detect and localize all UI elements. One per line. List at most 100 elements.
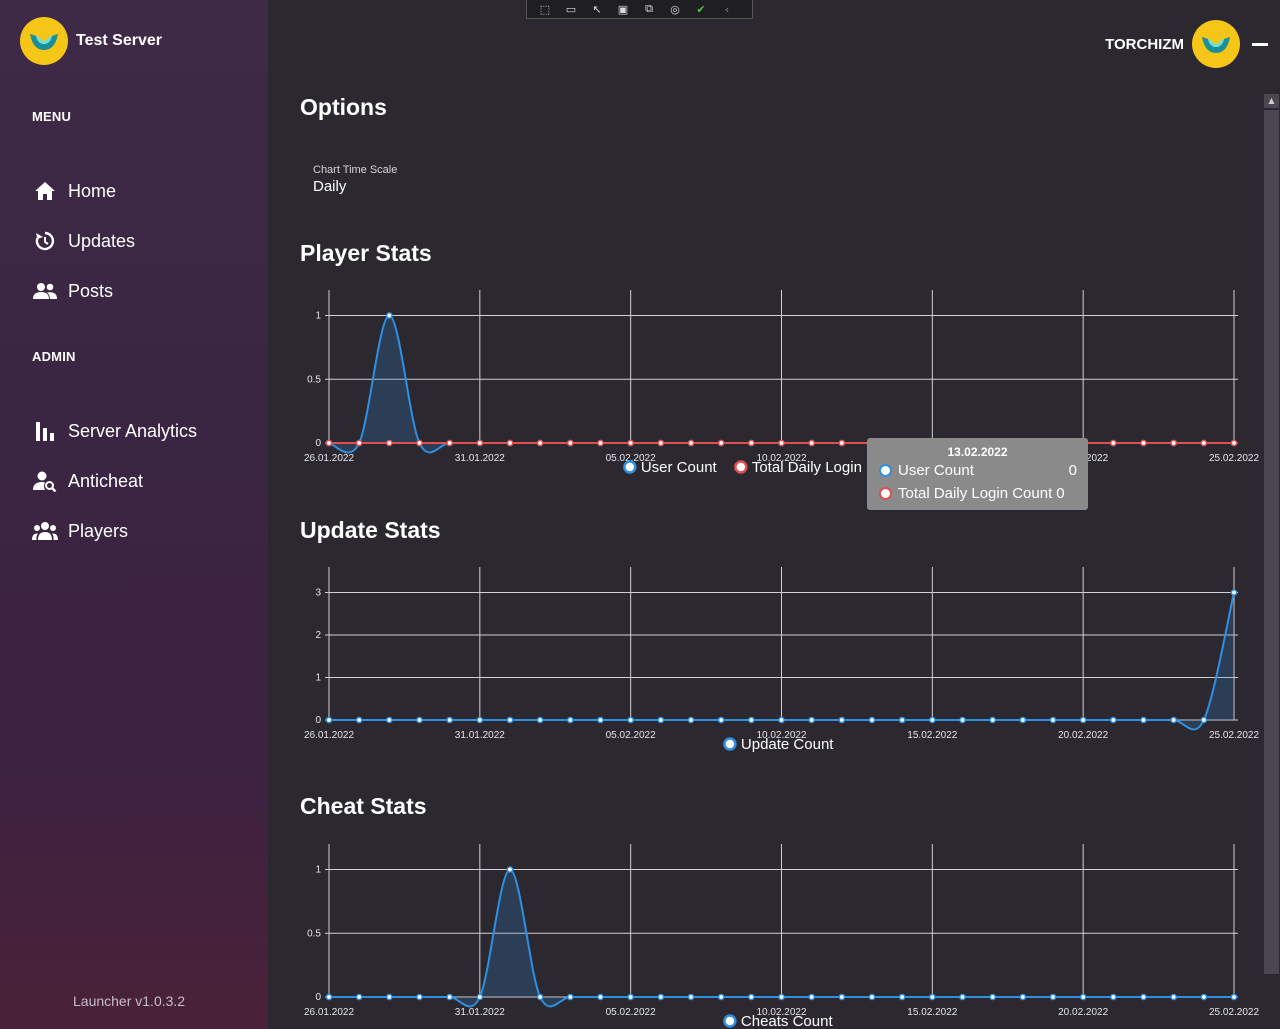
capture-toolbar: ⬚ ▭ ↖ ▣ ⧉ ◎ ✔ ‹: [526, 0, 753, 19]
sidebar-item-home[interactable]: Home: [32, 176, 116, 206]
data-point: [597, 439, 604, 447]
data-point: [1079, 716, 1087, 724]
scrollbar-thumb[interactable]: [1264, 110, 1279, 974]
window-icon[interactable]: ⧉: [639, 1, 659, 17]
legend-marker: [723, 1014, 737, 1028]
data-point: [717, 716, 725, 724]
legend-marker: [734, 460, 748, 474]
hot-reload-icon[interactable]: ◎: [665, 1, 685, 17]
x-tick-label: 26.01.2022: [304, 453, 354, 464]
data-point: [717, 993, 725, 1001]
data-point: [446, 439, 453, 447]
avatar[interactable]: [1192, 20, 1240, 68]
history-icon: [32, 228, 58, 254]
data-point: [989, 993, 996, 1001]
y-tick-label: 1: [315, 673, 321, 684]
legend-dot-icon: [879, 487, 892, 500]
legend-label: User Count: [641, 459, 718, 476]
chart-time-scale-select[interactable]: Chart Time Scale Daily: [313, 164, 397, 195]
data-point: [567, 439, 574, 447]
y-tick-label: 0: [315, 438, 321, 449]
server-logo-icon: [20, 17, 68, 65]
collapse-icon[interactable]: ‹: [717, 1, 737, 17]
y-tick-label: 1: [315, 865, 321, 876]
data-point: [959, 993, 966, 1001]
data-point: [687, 716, 695, 724]
data-point: [1110, 716, 1117, 724]
data-point: [1110, 993, 1117, 1001]
data-point: [355, 439, 363, 447]
player-stats-chart: 26.01.2022 31.01.2022 05.02.2022 10.02.2022…: [304, 290, 1259, 476]
data-point: [838, 716, 846, 724]
user-profile[interactable]: TORCHIZM: [1105, 20, 1240, 68]
tooltip-label: User Count: [898, 462, 974, 479]
data-point: [868, 716, 876, 724]
scroll-up-icon[interactable]: ▲: [1264, 94, 1279, 108]
data-point: [446, 993, 453, 1001]
data-point: [627, 716, 634, 724]
data-point: [325, 993, 333, 1001]
data-point: [597, 716, 604, 724]
data-point: [1200, 716, 1208, 724]
legend-dot-icon: [879, 464, 892, 477]
sidebar-item-label: Home: [68, 180, 117, 201]
cheat-stats-chart: 26.01.2022 31.01.2022 05.02.2022 10.02.2022…: [304, 844, 1259, 1029]
data-point: [476, 439, 484, 447]
data-point: [687, 439, 695, 447]
data-point: [778, 716, 785, 724]
data-point: [1019, 993, 1027, 1001]
data-point: [416, 716, 423, 724]
data-point: [1140, 716, 1147, 724]
data-point: [838, 993, 846, 1001]
data-point: [898, 716, 906, 724]
player-stats-title: Player Stats: [300, 240, 432, 266]
data-point: [1230, 439, 1238, 447]
x-tick-label: 31.01.2022: [455, 1007, 505, 1018]
pointer-icon[interactable]: ↖: [587, 1, 607, 17]
tooltip-value: 0: [1068, 462, 1077, 479]
data-point: [657, 716, 665, 724]
check-icon[interactable]: ✔: [691, 1, 711, 17]
data-point: [868, 993, 876, 1001]
brand: Test Server: [20, 17, 162, 65]
data-point: [1170, 716, 1177, 724]
data-point: [1110, 439, 1117, 447]
data-point: [778, 993, 785, 1001]
data-point: [597, 993, 604, 1001]
minimize-button[interactable]: [1252, 43, 1268, 46]
data-point: [1049, 716, 1057, 724]
region-select-icon[interactable]: ⬚: [535, 1, 555, 17]
sidebar-item-players[interactable]: Players: [32, 516, 128, 546]
options-title: Options: [300, 94, 387, 120]
x-tick-label: 20.02.2022: [1058, 730, 1108, 741]
x-tick-label: 26.01.2022: [304, 1007, 354, 1018]
video-icon[interactable]: ▭: [561, 1, 581, 17]
x-tick-label: 25.02.2022: [1209, 453, 1259, 464]
data-point: [808, 993, 815, 1001]
tooltip-row-total-login: Total Daily Login Count 0: [867, 482, 1088, 505]
data-point: [476, 993, 484, 1001]
y-tick-label: 0.5: [307, 374, 321, 385]
frame-icon[interactable]: ▣: [613, 1, 633, 17]
data-point: [325, 439, 333, 447]
data-point: [476, 716, 484, 724]
x-tick-label: 15.02.2022: [907, 1007, 957, 1018]
x-tick-label: 31.01.2022: [455, 453, 505, 464]
data-point: [778, 439, 785, 447]
data-point: [355, 716, 363, 724]
data-point: [1049, 993, 1057, 1001]
data-point: [1140, 993, 1147, 1001]
data-point: [929, 993, 936, 1001]
data-point: [446, 716, 453, 724]
legend-label: Update Count: [741, 736, 834, 753]
sidebar-item-updates[interactable]: Updates: [32, 226, 135, 256]
menu-section-label: MENU: [32, 109, 72, 124]
x-tick-label: 05.02.2022: [606, 1007, 656, 1018]
data-point: [717, 439, 725, 447]
data-point: [536, 716, 544, 724]
data-point: [1170, 439, 1177, 447]
data-point: [1019, 716, 1027, 724]
data-point: [838, 439, 846, 447]
data-point: [657, 439, 665, 447]
x-tick-label: 25.02.2022: [1209, 730, 1259, 741]
